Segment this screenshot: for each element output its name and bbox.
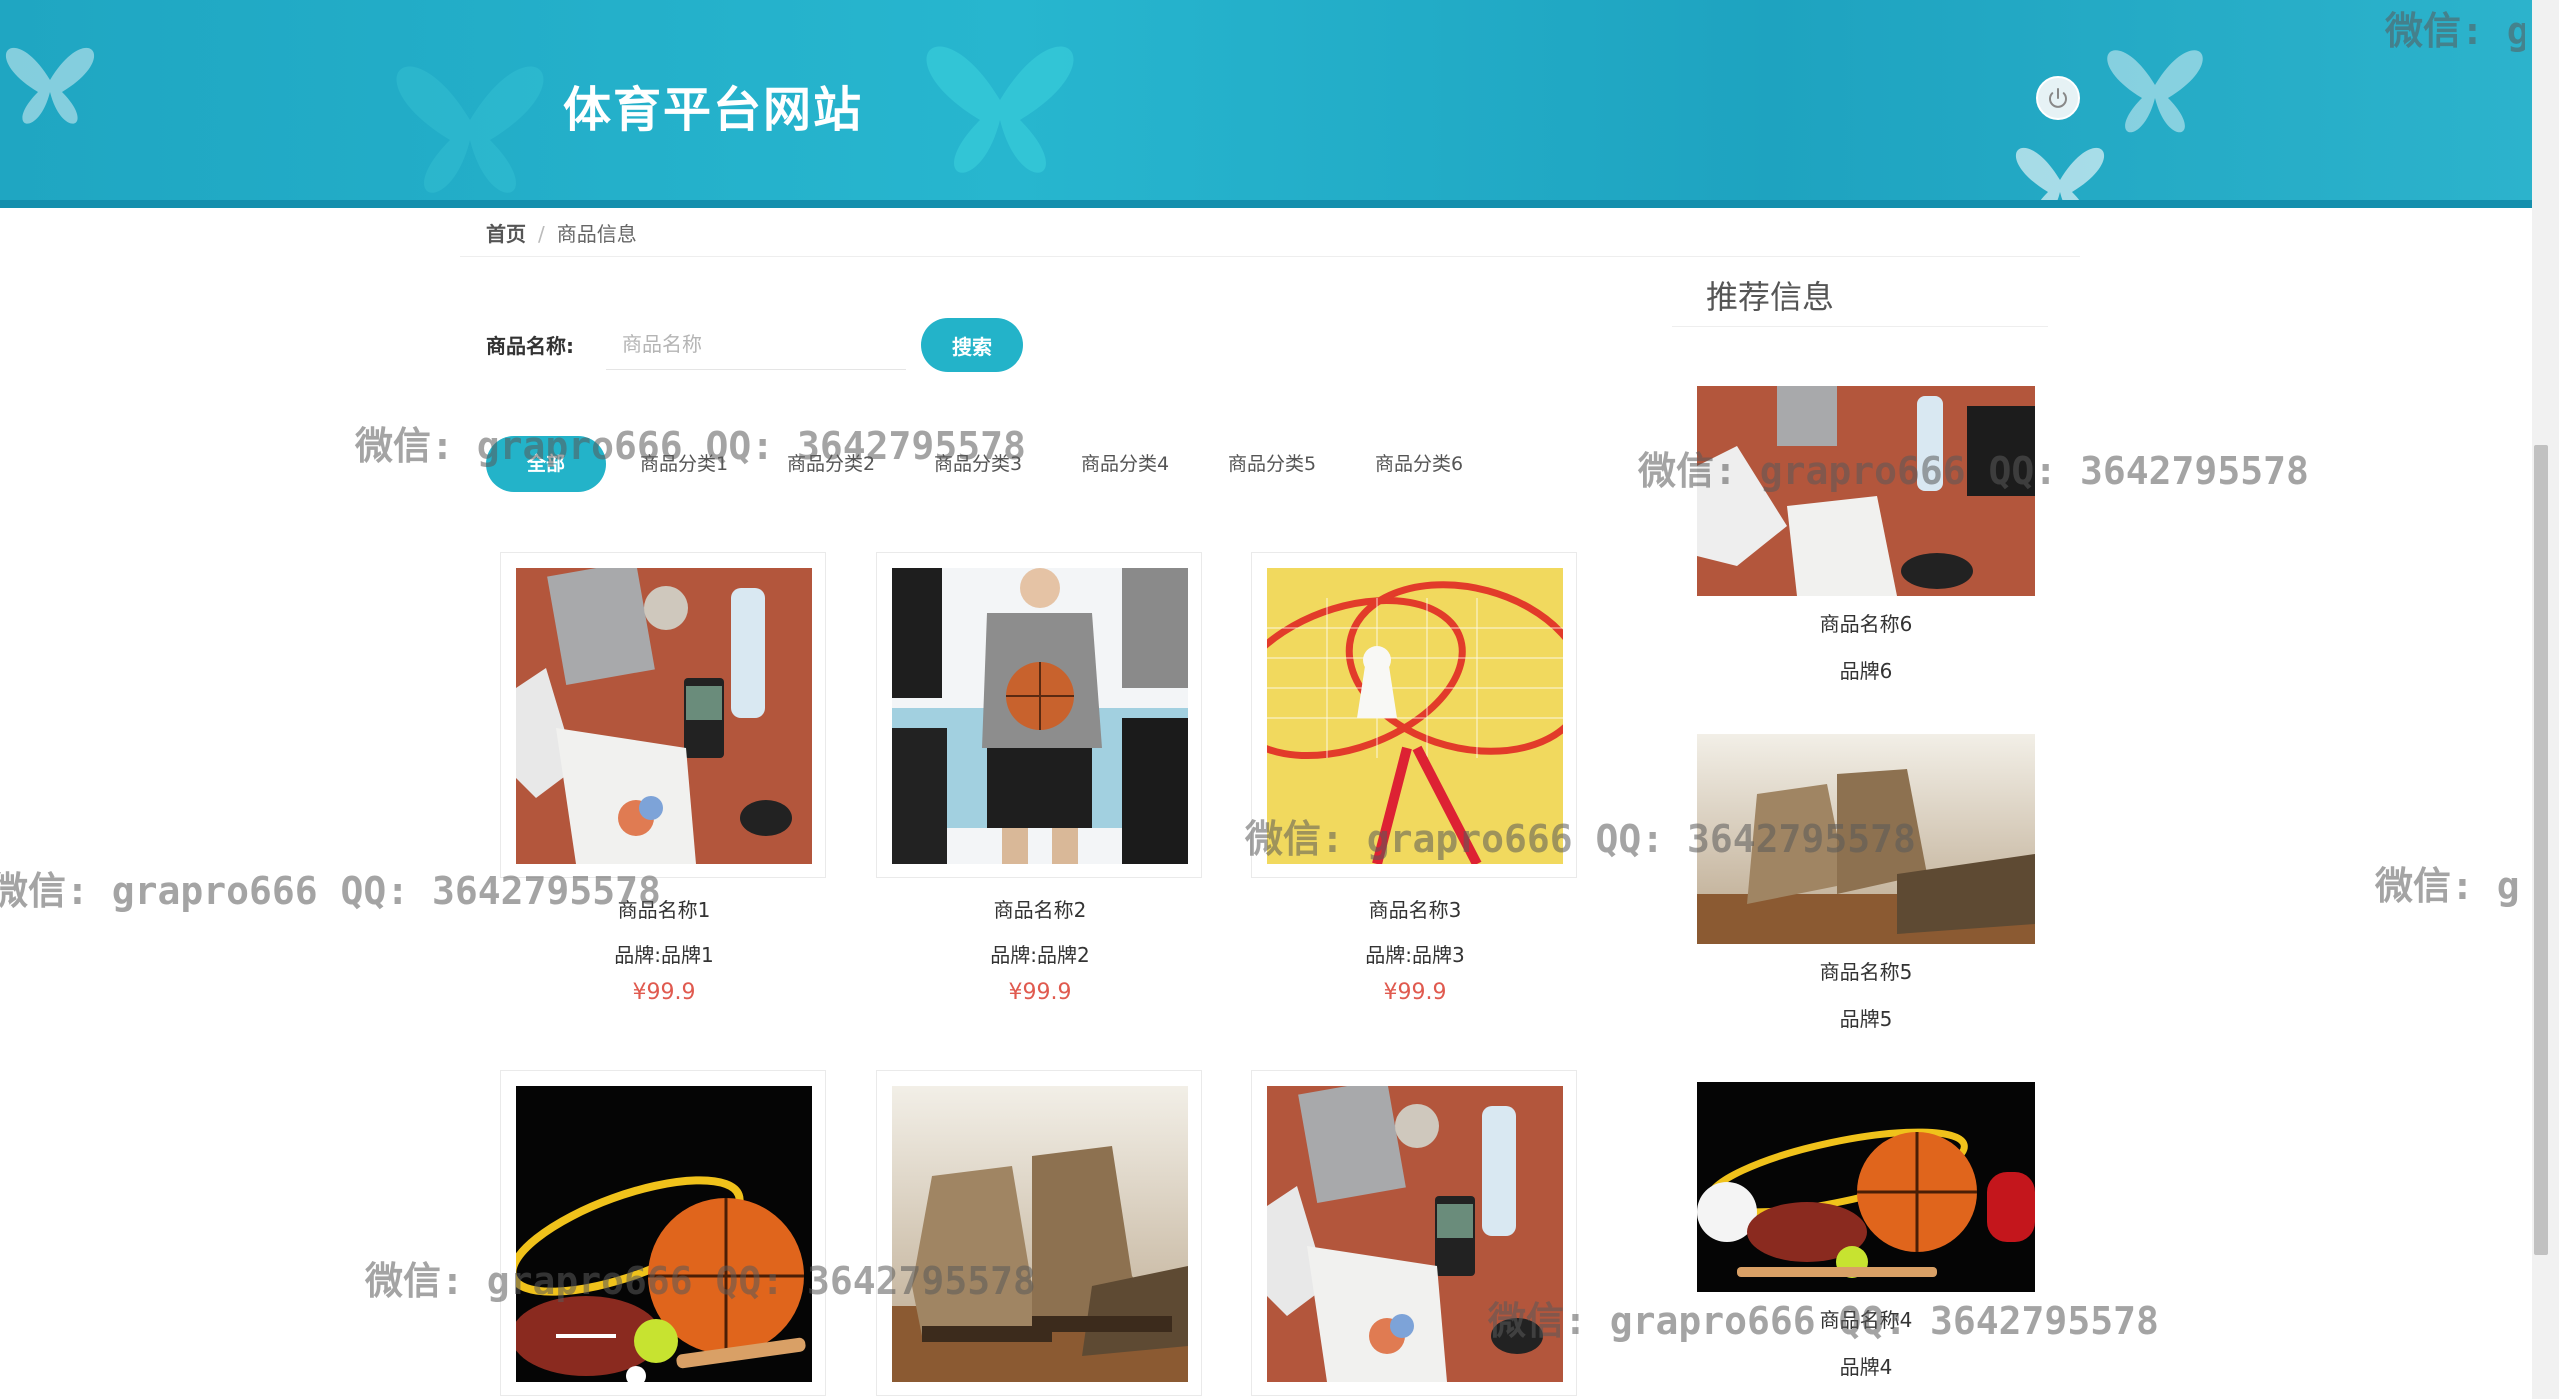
tab-category-1[interactable]: 商品分类1 — [640, 436, 728, 492]
butterfly-decoration-icon — [2016, 148, 2104, 208]
logout-button[interactable] — [2036, 76, 2080, 120]
breadcrumb-home-link[interactable]: 首页 — [486, 222, 526, 246]
tab-category-6[interactable]: 商品分类6 — [1375, 436, 1463, 492]
divider — [460, 256, 2080, 257]
sports-balls-image[interactable] — [516, 1086, 812, 1382]
product-name[interactable]: 商品名称3 — [1251, 894, 1579, 923]
tab-category-4[interactable]: 商品分类4 — [1081, 436, 1169, 492]
butterfly-decoration-icon — [926, 46, 1074, 173]
recommend-brand: 品牌5 — [1839, 1007, 1893, 1031]
recommend-brand: 品牌4 — [1839, 1355, 1893, 1379]
tab-category-2[interactable]: 商品分类2 — [787, 436, 875, 492]
flatlay-image[interactable] — [1697, 386, 2035, 596]
product-price: ¥99.9 — [632, 980, 696, 1005]
tab-category-5[interactable]: 商品分类5 — [1228, 436, 1316, 492]
apparel-image[interactable] — [892, 568, 1188, 864]
hiking-boots-image[interactable] — [892, 1086, 1188, 1382]
tab-all[interactable]: 全部 — [486, 436, 606, 492]
product-brand: 品牌:品牌1 — [614, 943, 714, 967]
product-brand: 品牌:品牌3 — [1365, 943, 1465, 967]
flatlay-image[interactable] — [1267, 1086, 1563, 1382]
recommend-item[interactable]: 商品名称6 品牌6 — [1697, 386, 2035, 684]
butterfly-decoration-icon — [5, 47, 95, 124]
divider — [1672, 326, 2048, 327]
product-name[interactable]: 商品名称2 — [876, 894, 1204, 923]
scrollbar-thumb[interactable] — [2534, 445, 2548, 1255]
sports-balls-image[interactable] — [1697, 1082, 2035, 1292]
flatlay-image[interactable] — [516, 568, 812, 864]
product-name[interactable]: 商品名称1 — [500, 894, 828, 923]
butterfly-decoration-icon — [396, 66, 544, 193]
search-label: 商品名称: — [486, 334, 574, 358]
breadcrumb-current: 商品信息 — [556, 222, 637, 246]
recommend-title: 推荐信息 — [1706, 278, 1835, 316]
product-brand: 品牌:品牌2 — [990, 943, 1090, 967]
product-price: ¥99.9 — [1383, 980, 1447, 1005]
site-header: 体育平台网站 — [0, 0, 2532, 208]
search-input[interactable] — [606, 318, 906, 370]
breadcrumb: 首页 / 商品信息 — [486, 218, 637, 247]
search-button[interactable]: 搜索 — [921, 318, 1023, 372]
watermark-text: 微信: grapro666 QQ: 3642795578 — [2375, 864, 2525, 908]
product-price: ¥99.9 — [1008, 980, 1072, 1005]
recommend-name[interactable]: 商品名称5 — [1697, 956, 2035, 985]
recommend-item[interactable]: 商品名称4 品牌4 — [1697, 1082, 2035, 1380]
recommend-brand: 品牌6 — [1839, 659, 1893, 683]
breadcrumb-separator: / — [538, 222, 545, 246]
hiking-boots-image[interactable] — [1697, 734, 2035, 944]
badminton-image[interactable] — [1267, 568, 1563, 864]
site-title: 体育平台网站 — [563, 82, 864, 138]
tab-category-3[interactable]: 商品分类3 — [934, 436, 1022, 492]
recommend-item[interactable]: 商品名称5 品牌5 — [1697, 734, 2035, 1032]
recommend-name[interactable]: 商品名称4 — [1697, 1304, 2035, 1333]
power-icon — [2049, 88, 2067, 108]
recommend-name[interactable]: 商品名称6 — [1697, 608, 2035, 637]
